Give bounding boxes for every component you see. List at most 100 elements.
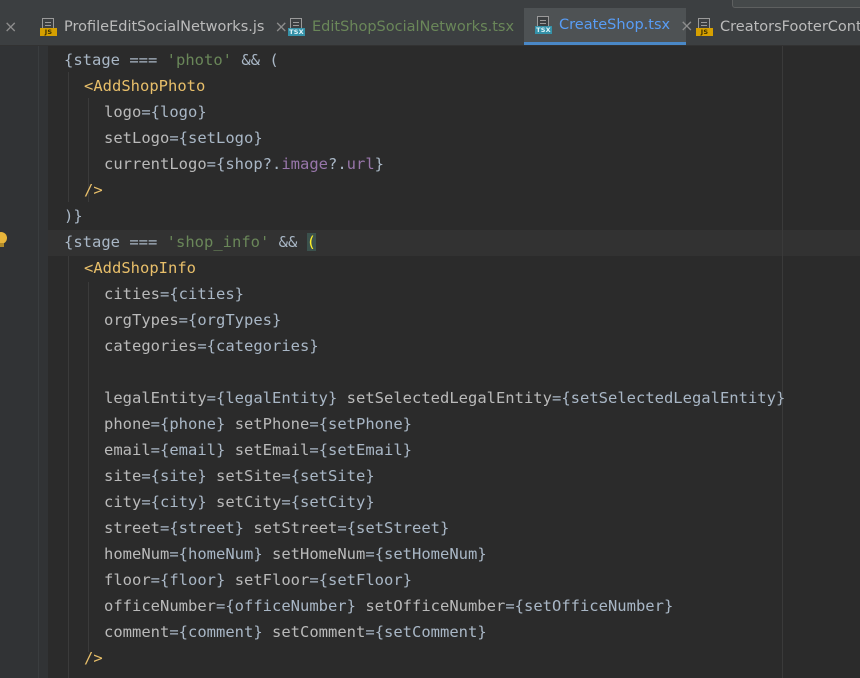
code-line[interactable]: street={street} setStreet={setStreet} (104, 515, 449, 541)
code-token: {setOfficeNumber} (514, 597, 674, 615)
code-token: setPhone (234, 415, 310, 433)
code-token: = (206, 389, 216, 407)
code-token: && ( (232, 51, 279, 69)
code-line[interactable]: comment={comment} setComment={setComment… (104, 619, 487, 645)
code-line[interactable]: site={site} setSite={setSite} (104, 463, 375, 489)
tab-edit-shop-social-networks[interactable]: TSX EditShopSocialNetworks.tsx × (288, 8, 537, 45)
code-token: = (169, 545, 179, 563)
code-token: {setCity} (290, 493, 375, 511)
close-icon[interactable]: × (274, 17, 287, 36)
code-token: {setHomeNum} (374, 545, 487, 563)
code-token: street (104, 519, 160, 537)
code-token: = (150, 415, 161, 433)
tab-label: CreatorsFooterContro (720, 18, 860, 35)
search-field-fragment[interactable] (732, 0, 860, 8)
code-line[interactable]: /> (84, 645, 103, 671)
code-line[interactable]: phone={phone} setPhone={setPhone} (104, 411, 412, 437)
code-token: {stage (64, 51, 130, 69)
indent-guide (88, 282, 89, 652)
code-token: {setLogo} (178, 129, 263, 147)
code-token: {site} (150, 467, 207, 485)
code-token: = (150, 441, 161, 459)
code-line[interactable]: city={city} setCity={setCity} (104, 489, 375, 515)
code-line[interactable]: <AddShopPhoto (84, 73, 205, 99)
code-line[interactable]: {stage === 'shop_info' && ( (64, 229, 316, 255)
code-token: {city} (150, 493, 207, 511)
tsx-file-icon: TSX (535, 16, 552, 34)
code-line[interactable]: orgTypes={orgTypes} (104, 307, 281, 333)
code-token: {setPhone} (318, 415, 413, 433)
code-editor[interactable]: {stage === 'photo' && ( <AddShopPhoto logo… (0, 46, 860, 678)
code-token: currentLogo (104, 155, 207, 173)
code-token: setEmail (234, 441, 310, 459)
code-line[interactable]: homeNum={homeNum} setHomeNum={setHomeNum… (104, 541, 487, 567)
code-line[interactable]: legalEntity={legalEntity} setSelectedLeg… (104, 385, 785, 411)
code-token: = (160, 519, 170, 537)
code-token: setFloor (234, 571, 310, 589)
tab-previous-file[interactable]: × (0, 8, 24, 45)
tab-create-shop[interactable]: TSX CreateShop.tsx × (524, 8, 694, 45)
code-token: setLogo (104, 129, 170, 147)
code-token: {setStreet} (346, 519, 450, 537)
close-icon[interactable]: × (4, 17, 17, 36)
code-line[interactable]: floor={floor} setFloor={setFloor} (104, 567, 412, 593)
code-line[interactable]: <AddShopInfo (84, 255, 196, 281)
code-token: {comment} (178, 623, 263, 641)
code-line[interactable]: {stage === 'photo' && ( (64, 47, 279, 73)
code-token: {officeNumber} (225, 597, 356, 615)
code-token: setStreet (253, 519, 338, 537)
code-token: <AddShopPhoto (84, 77, 206, 95)
indent-guide (68, 256, 69, 678)
tab-creators-footer-controller[interactable]: JS CreatorsFooterContro (694, 8, 860, 45)
code-token: = (150, 571, 161, 589)
code-token: === (129, 51, 158, 69)
tab-label: EditShopSocialNetworks.tsx (312, 18, 515, 35)
code-token: city (104, 493, 142, 511)
code-token: setCity (216, 493, 282, 511)
tab-label: ProfileEditSocialNetworks.js (64, 18, 265, 35)
close-icon[interactable]: × (680, 16, 693, 35)
tab-profile-edit-social-networks[interactable]: JS ProfileEditSocialNetworks.js × (38, 8, 288, 45)
code-token: = (215, 597, 226, 615)
code-token: = (141, 103, 151, 121)
code-token: {setEmail} (318, 441, 413, 459)
code-token: {cities} (169, 285, 244, 303)
top-toolbar-strip (0, 0, 860, 8)
code-line[interactable]: email={email} setEmail={setEmail} (104, 437, 412, 463)
code-token: legalEntity (104, 389, 207, 407)
code-token: = (197, 337, 207, 355)
code-token: cities (104, 285, 160, 303)
editor-tab-bar: × JS ProfileEditSocialNetworks.js × TSX … (0, 8, 860, 46)
code-line[interactable]: cities={cities} (104, 281, 244, 307)
code-token: = (281, 467, 291, 485)
code-line[interactable]: setLogo={setLogo} (104, 125, 263, 151)
code-token: = (141, 467, 151, 485)
code-line[interactable]: /> (84, 177, 103, 203)
code-token: )} (64, 207, 83, 225)
code-line[interactable]: currentLogo={shop?.image?.url} (104, 151, 384, 177)
code-token: {shop?. (216, 155, 282, 173)
code-token: {phone} (160, 415, 226, 433)
code-token: setSite (216, 467, 282, 485)
code-line[interactable]: officeNumber={officeNumber} setOfficeNum… (104, 593, 673, 619)
code-token: = (141, 493, 151, 511)
code-token: {setSelectedLegalEntity} (561, 389, 786, 407)
code-token: setSelectedLegalEntity (346, 389, 552, 407)
code-token: = (169, 623, 179, 641)
tsx-file-icon: TSX (288, 17, 305, 36)
code-line[interactable]: logo={logo} (104, 99, 207, 125)
code-token: = (160, 285, 170, 303)
code-token: email (104, 441, 151, 459)
code-line[interactable]: )} (64, 203, 83, 229)
code-token: {stage (64, 233, 130, 251)
code-line[interactable]: categories={categories} (104, 333, 319, 359)
